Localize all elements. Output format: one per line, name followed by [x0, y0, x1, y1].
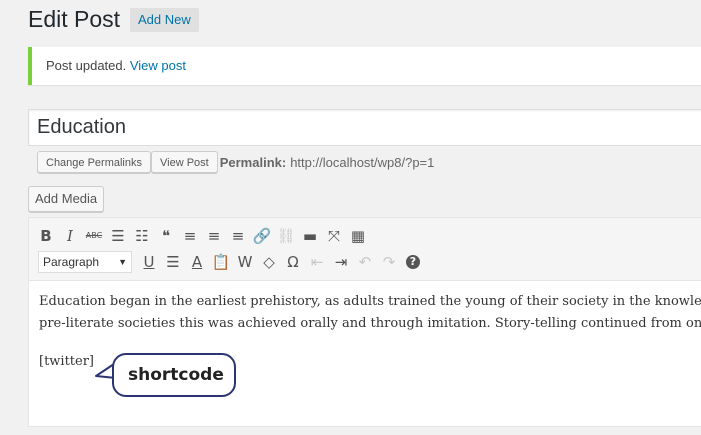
view-post-link[interactable]: View post [130, 58, 186, 73]
content-line-1: Education began in the earliest prehisto… [39, 294, 701, 309]
clear-formatting-icon[interactable]: ◇ [258, 250, 280, 274]
add-new-button[interactable]: Add New [130, 8, 199, 32]
permalink-label: Permalink: [219, 154, 287, 170]
change-permalinks-button[interactable]: Change Permalinks [37, 151, 151, 173]
bold-icon[interactable]: B [35, 224, 57, 248]
paste-as-text-icon[interactable]: 📋 [210, 250, 232, 274]
align-center-icon[interactable]: ≡ [203, 224, 225, 248]
italic-icon[interactable]: I [59, 224, 81, 248]
insert-link-icon[interactable]: 🔗 [251, 224, 273, 248]
add-media-button[interactable]: Add Media [28, 186, 105, 212]
numbered-list-icon[interactable]: ☷ [131, 224, 153, 248]
outdent-icon[interactable]: ⇤ [306, 250, 328, 274]
justify-icon[interactable]: ☰ [162, 250, 184, 274]
read-more-icon[interactable]: ▬ [299, 224, 321, 248]
shortcode-text: [twitter] [39, 354, 95, 369]
post-updated-notice: Post updated. View post [28, 47, 701, 85]
special-character-icon[interactable]: Ω [282, 250, 304, 274]
align-right-icon[interactable]: ≡ [227, 224, 249, 248]
indent-icon[interactable]: ⇥ [330, 250, 352, 274]
strikethrough-icon[interactable]: ABC [83, 224, 105, 248]
toolbar-row-1: B I ABC ☰ ☷ ❝ ≡ ≡ ≡ 🔗 ⛓ ▬ ⤧ ▦ [35, 223, 701, 249]
toolbar-toggle-icon[interactable]: ▦ [347, 224, 369, 248]
format-select[interactable]: Paragraph ▼ [38, 251, 132, 273]
help-icon[interactable]: ? [406, 255, 420, 269]
shortcode-callout: shortcode [112, 353, 236, 397]
post-title-input[interactable]: Education [28, 109, 701, 146]
chevron-down-icon: ▼ [118, 257, 127, 267]
permalink-url[interactable]: http://localhost/wp8/?p=1 [290, 155, 434, 170]
paste-from-word-icon[interactable]: W [234, 250, 256, 274]
view-post-button[interactable]: View Post [151, 151, 218, 173]
toolbar-row-2: Paragraph ▼ U ☰ A 📋 W ◇ Ω ⇤ ⇥ ↶ ↷? [35, 249, 701, 275]
unlink-icon[interactable]: ⛓ [275, 224, 297, 248]
fullscreen-icon[interactable]: ⤧ [323, 224, 345, 248]
permalink-row: Change Permalinks View Post Permalink: h… [37, 150, 434, 174]
bullet-list-icon[interactable]: ☰ [107, 224, 129, 248]
content-line-2: pre-literate societies this was achieved… [39, 316, 701, 331]
format-select-value: Paragraph [43, 255, 100, 269]
align-left-icon[interactable]: ≡ [179, 224, 201, 248]
page-title: Edit Post [28, 6, 121, 32]
text-color-icon[interactable]: A [186, 250, 208, 274]
undo-icon[interactable]: ↶ [354, 250, 376, 274]
redo-icon[interactable]: ↷ [378, 250, 400, 274]
callout-label: shortcode [128, 365, 224, 385]
underline-icon[interactable]: U [138, 250, 160, 274]
page-bottom-edge [10, 428, 701, 435]
notice-text: Post updated. [46, 58, 127, 73]
blockquote-icon[interactable]: ❝ [155, 224, 177, 248]
editor-toolbar: B I ABC ☰ ☷ ❝ ≡ ≡ ≡ 🔗 ⛓ ▬ ⤧ ▦ Paragraph ▼ U ☰ A 📋 W ◇ Ω ⇤ ⇥ ↶ ↷… [29, 218, 701, 281]
